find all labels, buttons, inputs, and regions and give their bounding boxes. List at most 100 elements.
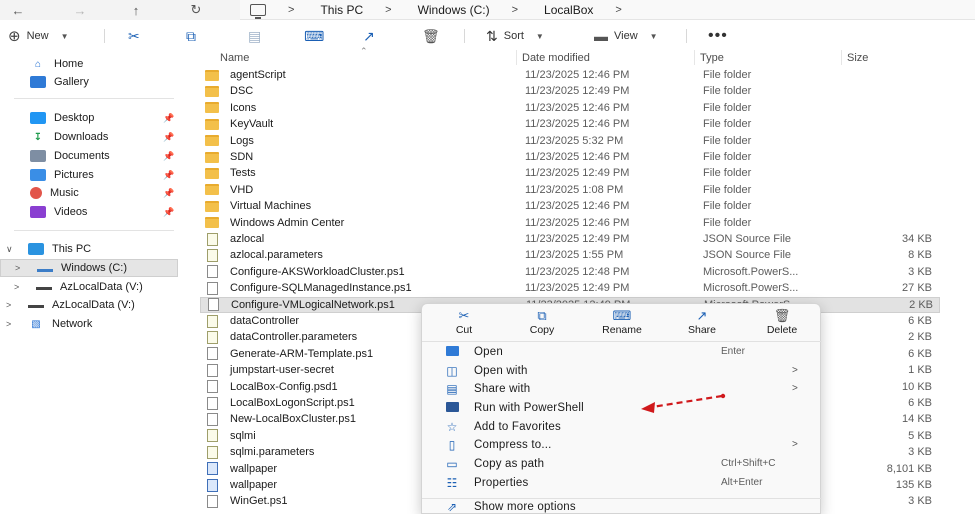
- sidebar-item-label: Gallery: [54, 76, 89, 88]
- sort-button[interactable]: ⇅ Sort ▼: [486, 24, 544, 48]
- file-row[interactable]: KeyVault 11/23/2025 12:46 PM File folder: [200, 116, 940, 132]
- context-quick-actions: ✂ Cut ⧉ Copy ⌨ Rename ↗ Share 🗑 Delete: [422, 304, 822, 340]
- chevron-down-icon[interactable]: ∨: [6, 244, 13, 255]
- cut-button[interactable]: ✂: [128, 24, 140, 48]
- sidebar-item-home[interactable]: ⌂ Home: [0, 55, 182, 73]
- refresh-icon[interactable]: ↻: [184, 0, 208, 20]
- file-row[interactable]: Configure-SQLManagedInstance.ps1 11/23/20…: [200, 280, 940, 296]
- sidebar-item-music[interactable]: Music 📌: [0, 184, 182, 202]
- file-row[interactable]: Virtual Machines 11/23/2025 12:46 PM File …: [200, 198, 940, 214]
- file-row[interactable]: azlocal.parameters 11/23/2025 1:55 PM JSON…: [200, 247, 940, 263]
- file-row[interactable]: agentScript 11/23/2025 12:46 PM File folde…: [200, 67, 940, 83]
- pin-icon: 📌: [163, 150, 175, 161]
- file-row[interactable]: VHD 11/23/2025 1:08 PM File folder: [200, 182, 940, 198]
- file-row[interactable]: Windows Admin Center 11/23/2025 12:46 PM F…: [200, 215, 940, 231]
- sidebar-item-videos[interactable]: Videos 📌: [0, 203, 182, 221]
- file-name: SDN: [230, 151, 254, 163]
- breadcrumb-this-pc[interactable]: This PC: [320, 3, 363, 17]
- sidebar-item-downloads[interactable]: ↧ Downloads 📌: [0, 128, 182, 146]
- chevron-right-icon[interactable]: >: [14, 282, 19, 292]
- new-button[interactable]: ⊕ New ▼: [8, 24, 69, 48]
- more-options-button[interactable]: •••: [708, 24, 728, 48]
- file-date: 11/23/2025 12:49 PM: [525, 282, 630, 295]
- context-item-copy-as-path[interactable]: ▭ Copy as path Ctrl+Shift+C: [422, 454, 822, 473]
- breadcrumb-localbox[interactable]: LocalBox: [544, 3, 593, 17]
- file-type: JSON Source File: [703, 249, 792, 262]
- sort-icon: ⇅: [486, 27, 498, 44]
- file-row[interactable]: Logs 11/23/2025 5:32 PM File folder: [200, 133, 940, 149]
- context-item-compress-to[interactable]: ▯ Compress to... >: [422, 435, 822, 454]
- file-icon: [207, 380, 218, 394]
- context-item-show-more-options[interactable]: ⇗ Show more options: [422, 497, 822, 514]
- address-field[interactable]: > This PC > Windows (C:) > LocalBox >: [240, 0, 975, 20]
- command-bar: ⊕ New ▼ ✂ ⧉ ▤ ⌨ ↗ 🗑 ⇅ Sort ▼ ▬ View ▼ ••…: [0, 24, 975, 48]
- file-type: File folder: [703, 167, 752, 180]
- file-name: New-LocalBoxCluster.ps1: [230, 413, 356, 426]
- file-name: azlocal: [230, 233, 265, 245]
- rename-icon: ⌨: [612, 308, 632, 323]
- chevron-right-icon[interactable]: >: [6, 319, 11, 329]
- file-row[interactable]: SDN 11/23/2025 12:46 PM File folder: [200, 149, 940, 165]
- chevron-right-icon[interactable]: >: [6, 300, 11, 310]
- paste-button[interactable]: ▤: [248, 24, 261, 48]
- arrow-right-icon[interactable]: →: [68, 0, 92, 20]
- column-header-type[interactable]: Type: [695, 50, 842, 65]
- file-size: 1 KB: [908, 364, 932, 377]
- file-icon: [207, 281, 218, 295]
- context-item-open[interactable]: Open Enter: [422, 342, 822, 361]
- file-type: Microsoft.PowerS...: [703, 265, 799, 278]
- file-name: WinGet.ps1: [230, 495, 288, 508]
- view-button[interactable]: ▬ View ▼: [594, 24, 658, 48]
- file-name: sqlmi: [230, 429, 256, 442]
- column-header-date[interactable]: Date modified: [517, 50, 695, 65]
- breadcrumb-windows-c[interactable]: Windows (C:): [418, 3, 490, 17]
- context-item-properties[interactable]: ☷ Properties Alt+Enter: [422, 473, 822, 492]
- file-date: 11/23/2025 12:49 PM: [525, 233, 630, 245]
- file-size: 34 KB: [902, 233, 932, 245]
- sidebar-item-gallery[interactable]: Gallery: [0, 73, 182, 91]
- file-icon: [207, 314, 218, 328]
- context-delete-button[interactable]: 🗑 Delete: [752, 308, 812, 338]
- sidebar-item-azlocaldata-v-root[interactable]: > AzLocalData (V:): [0, 296, 182, 314]
- sidebar-item-azlocaldata-v[interactable]: > AzLocalData (V:): [0, 278, 182, 296]
- column-header-name[interactable]: Name: [200, 50, 517, 65]
- sidebar-item-documents[interactable]: Documents 📌: [0, 147, 182, 165]
- context-share-button[interactable]: ↗ Share: [672, 308, 732, 338]
- sidebar-item-windows-c[interactable]: > Windows (C:): [0, 259, 178, 277]
- file-row[interactable]: azlocal 11/23/2025 12:49 PM JSON Source Fi…: [200, 231, 940, 247]
- context-item-run-with-powershell[interactable]: Run with PowerShell: [422, 398, 822, 417]
- sidebar-item-desktop[interactable]: Desktop 📌: [0, 109, 182, 127]
- rename-button[interactable]: ⌨: [304, 24, 324, 48]
- file-name: sqlmi.parameters: [230, 446, 315, 459]
- file-date: 11/23/2025 12:46 PM: [525, 200, 630, 213]
- share-button[interactable]: ↗: [363, 24, 375, 48]
- arrow-left-icon[interactable]: ←: [6, 0, 30, 20]
- file-row[interactable]: Tests 11/23/2025 12:49 PM File folder: [200, 165, 940, 181]
- sidebar-item-network[interactable]: > ▧ Network: [0, 315, 182, 333]
- chevron-right-icon[interactable]: >: [15, 263, 20, 273]
- sidebar-item-pictures[interactable]: Pictures 📌: [0, 166, 182, 184]
- folder-icon: [205, 151, 219, 163]
- delete-button[interactable]: 🗑: [422, 24, 440, 48]
- file-size: 135 KB: [895, 479, 932, 491]
- file-type: File folder: [703, 69, 752, 81]
- sidebar-item-this-pc[interactable]: ∨ This PC: [0, 240, 182, 258]
- column-header-size[interactable]: Size: [842, 50, 938, 65]
- file-row[interactable]: DSC 11/23/2025 12:49 PM File folder: [200, 83, 940, 99]
- file-icon: [207, 265, 218, 279]
- sidebar-item-label: Home: [54, 58, 84, 70]
- context-item-open-with[interactable]: ◫ Open with >: [422, 361, 822, 380]
- sort-label: Sort: [503, 30, 524, 42]
- chevron-right-icon: >: [792, 383, 798, 394]
- context-item-add-to-favorites[interactable]: ☆ Add to Favorites: [422, 417, 822, 436]
- file-name: azlocal.parameters: [230, 249, 323, 262]
- context-cut-button[interactable]: ✂ Cut: [434, 308, 494, 338]
- arrow-up-icon[interactable]: ↑: [124, 0, 148, 20]
- context-item-share-with[interactable]: ▤ Share with >: [422, 379, 822, 398]
- breadcrumb-separator: >: [385, 3, 392, 16]
- file-row[interactable]: Configure-AKSWorkloadCluster.ps1 11/23/20…: [200, 264, 940, 280]
- context-rename-button[interactable]: ⌨ Rename: [592, 308, 652, 338]
- context-copy-button[interactable]: ⧉ Copy: [512, 308, 572, 338]
- file-row[interactable]: Icons 11/23/2025 12:46 PM File folder: [200, 100, 940, 116]
- copy-button[interactable]: ⧉: [186, 24, 196, 48]
